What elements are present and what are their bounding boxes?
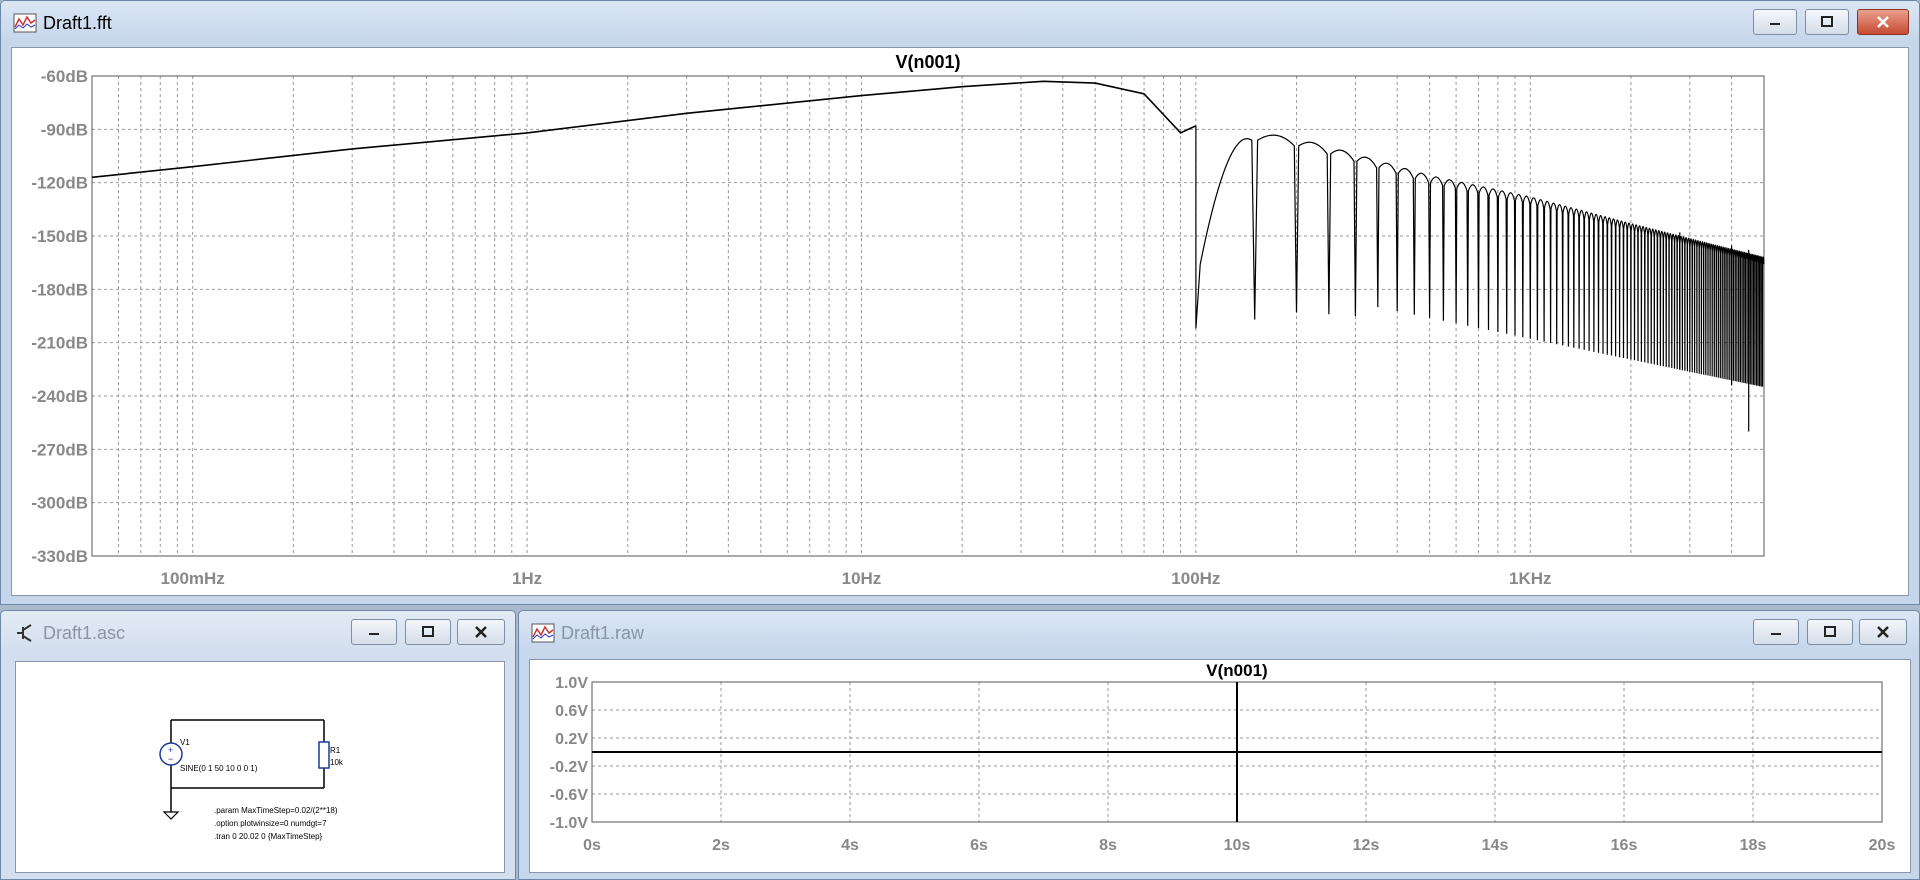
fft-plot-area[interactable]: V(n001) -60dB -90dB -120dB -150dB -180dB -210d…: [11, 47, 1909, 596]
resistor-symbol: [318, 741, 330, 769]
fft-y-tick: -240dB: [31, 387, 88, 406]
raw-window: Draft1.raw V(n001) 1.0V 0.6V 0.2V -0.2V -0.6V…: [518, 610, 1920, 880]
raw-x-tick: 6s: [970, 837, 988, 854]
minimize-icon: [369, 633, 379, 635]
asc-maximize-button[interactable]: [405, 619, 451, 645]
asc-window: Draft1.asc + − V1 SINE(0 1 50 10 0 0 1) …: [0, 610, 516, 880]
raw-x-tick: 2s: [712, 837, 730, 854]
raw-x-tick: 20s: [1869, 837, 1896, 854]
fft-y-tick: -120dB: [31, 174, 88, 193]
v1-label: V1: [180, 738, 190, 747]
fft-window: Draft1.fft V(n001) -60dB -90dB -120dB -150dB…: [0, 0, 1920, 605]
fft-y-tick: -330dB: [31, 547, 88, 566]
raw-x-tick: 8s: [1099, 837, 1117, 854]
waveform-window-icon: [531, 623, 555, 643]
fft-minimize-button[interactable]: [1753, 9, 1797, 35]
v1-value: SINE(0 1 50 10 0 0 1): [180, 764, 258, 773]
raw-close-button[interactable]: [1859, 619, 1907, 645]
asc-window-title: Draft1.asc: [43, 623, 126, 643]
raw-x-tick: 12s: [1353, 837, 1380, 854]
raw-plot-area[interactable]: V(n001) 1.0V 0.6V 0.2V -0.2V -0.6V -1.0V 0s 2s 4s…: [529, 659, 1911, 873]
raw-maximize-button[interactable]: [1807, 619, 1853, 645]
maximize-icon: [422, 626, 434, 637]
close-icon: [1877, 16, 1889, 28]
fft-titlebar[interactable]: Draft1.fft: [1, 1, 1919, 45]
raw-y-tick: -0.2V: [550, 759, 589, 776]
close-icon: [1877, 626, 1889, 638]
fft-y-tick: -150dB: [31, 227, 88, 246]
raw-x-tick: 16s: [1611, 837, 1638, 854]
raw-x-tick: 10s: [1224, 837, 1251, 854]
schematic-window-icon: [17, 624, 32, 642]
raw-plot[interactable]: V(n001) 1.0V 0.6V 0.2V -0.2V -0.6V -1.0V 0s 2s 4s…: [530, 660, 1910, 872]
r1-label: R1: [330, 746, 341, 755]
fft-x-tick: 10Hz: [842, 569, 882, 588]
fft-plot[interactable]: V(n001) -60dB -90dB -120dB -150dB -180dB -210d…: [12, 48, 1908, 595]
waveform-window-icon: [13, 13, 37, 33]
fft-y-tick: -180dB: [31, 280, 88, 299]
raw-x-tick: 4s: [841, 837, 859, 854]
fft-y-tick: -60dB: [41, 67, 88, 86]
directive-option[interactable]: .option plotwinsize=0 numdgt=7: [214, 819, 327, 828]
fft-plot-frame: [91, 75, 1765, 557]
raw-window-title: Draft1.raw: [561, 623, 645, 643]
fft-y-tick: -270dB: [31, 440, 88, 459]
asc-titlebar[interactable]: Draft1.asc: [1, 611, 515, 655]
asc-close-button[interactable]: [457, 619, 505, 645]
raw-minimize-button[interactable]: [1753, 619, 1799, 645]
close-icon: [475, 626, 487, 638]
fft-x-tick: 1Hz: [512, 569, 542, 588]
fft-maximize-button[interactable]: [1805, 9, 1849, 35]
fft-window-title: Draft1.fft: [43, 13, 112, 33]
fft-x-tick: 100Hz: [1171, 569, 1220, 588]
raw-y-tick: 1.0V: [555, 675, 588, 692]
asc-minimize-button[interactable]: [351, 619, 397, 645]
minimize-icon: [1771, 633, 1781, 635]
schematic-canvas[interactable]: + − V1 SINE(0 1 50 10 0 0 1) R1 10k .par…: [15, 661, 505, 873]
fft-y-tick: -90dB: [41, 120, 88, 139]
raw-x-tick: 14s: [1482, 837, 1509, 854]
raw-y-tick: 0.2V: [555, 731, 588, 748]
raw-x-tick: 18s: [1740, 837, 1767, 854]
source-minus: −: [168, 754, 173, 764]
raw-plot-title: V(n001): [1206, 661, 1267, 680]
directive-param[interactable]: .param MaxTimeStep=0.02/(2**18): [214, 806, 338, 815]
maximize-icon: [1824, 626, 1836, 637]
directive-tran[interactable]: .tran 0 20.02 0 {MaxTimeStep}: [214, 832, 322, 841]
fft-plot-title: V(n001): [895, 52, 960, 72]
raw-titlebar[interactable]: Draft1.raw: [519, 611, 1919, 655]
raw-y-tick: -1.0V: [550, 815, 589, 832]
fft-y-tick: -210dB: [31, 334, 88, 353]
fft-close-button[interactable]: [1857, 9, 1909, 35]
fft-trace-lobes: [1195, 125, 1765, 387]
fft-y-tick: -300dB: [31, 494, 88, 513]
fft-x-tick: 100mHz: [161, 569, 225, 588]
maximize-icon: [1821, 16, 1833, 27]
raw-x-tick: 0s: [583, 837, 601, 854]
fft-x-tick: 1KHz: [1509, 569, 1552, 588]
minimize-icon: [1770, 23, 1780, 25]
raw-y-tick: -0.6V: [550, 787, 589, 804]
raw-y-tick: 0.6V: [555, 703, 588, 720]
ground-symbol: [162, 811, 180, 820]
r1-value: 10k: [330, 758, 343, 767]
